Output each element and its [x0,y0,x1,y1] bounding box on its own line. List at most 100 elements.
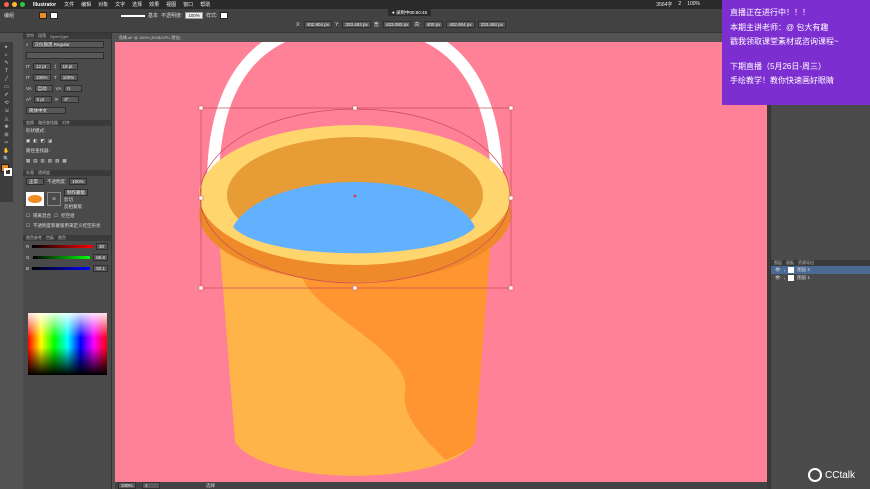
y-field[interactable]: 333.493 px [342,21,371,28]
scale-tool-icon[interactable]: ⇲ [1,107,12,114]
type-tool-icon[interactable]: T [1,67,12,74]
eye-icon[interactable]: 👁 [775,275,781,281]
selection-tool-icon[interactable]: ▸ [1,43,12,50]
tab-layers[interactable]: 图层 [774,260,782,266]
leading-field[interactable]: 18 pt [59,63,78,70]
kerning-field[interactable]: 自动 [34,85,53,92]
language-field[interactable]: 简体中文 [26,107,66,114]
trim-icon[interactable]: ▤ [33,158,37,164]
direct-selection-tool-icon[interactable]: ▹ [1,51,12,58]
outline-icon[interactable]: ▨ [55,158,59,164]
menu-select[interactable]: 选择 [132,1,142,8]
minimize-window-button[interactable] [12,2,17,7]
pen-tool-icon[interactable]: ✎ [1,59,12,66]
stroke-color-swatch[interactable] [50,12,59,19]
eye-icon[interactable]: 👁 [775,267,781,273]
width-field[interactable]: 623.083 px [383,21,412,28]
layer-row[interactable]: 👁 › 图层 1 [771,274,870,282]
tab-color-guide[interactable]: 颜色参考 [26,235,42,241]
divide-icon[interactable]: ▦ [26,158,30,164]
baseline-field[interactable]: 0 pt [33,96,52,103]
app-name[interactable]: Illustrator [33,2,56,8]
menu-help[interactable]: 帮助 [200,1,210,8]
tracking-field[interactable]: 0 [64,85,83,92]
bucket-artwork[interactable] [115,42,767,482]
tab-align[interactable]: 对齐 [62,120,70,126]
handle-bottom-middle[interactable] [352,285,358,291]
b-field[interactable]: 93.1 [93,265,108,272]
tab-paragraph[interactable]: 段落 [38,33,46,39]
blend-mode-select[interactable]: 正常 [26,178,44,185]
shape-builder-tool-icon[interactable]: ◬ [1,115,12,122]
tab-transparency[interactable]: 透明度 [38,170,50,176]
layer-name[interactable]: 图层 1 [797,275,810,281]
font-family-field[interactable]: 汉仪旗黑 Regular [31,41,104,48]
rotation-field[interactable]: 0° [61,96,80,103]
document-tab[interactable]: 鱼桶.ai* @ 100% (RGB/GPU 预览) [115,33,235,42]
line-tool-icon[interactable]: ╱ [1,75,12,82]
b-slider[interactable] [32,267,91,270]
stroke-style-label[interactable]: 基本 [148,12,158,19]
height-field[interactable]: 400 px [423,21,444,28]
minus-back-icon[interactable]: ▩ [62,158,66,164]
zoom-window-button[interactable] [20,2,25,7]
invert-mask-checkbox-label[interactable]: 反相蒙版 [64,204,88,210]
rectangle-tool-icon[interactable]: ▭ [1,83,12,90]
pencil-tool-icon[interactable]: ✐ [1,91,12,98]
crop-icon[interactable]: ▧ [48,158,52,164]
menu-file[interactable]: 文件 [64,1,74,8]
color-spectrum-picker[interactable] [28,313,107,375]
knockout-checkbox[interactable]: ☐ [54,213,58,219]
live-stream-banner[interactable]: 直播正在进行中！！！ 本期主讲老师：@ 包大有趣 戳我领取课堂素材或咨询课程~ … [722,0,870,105]
vertical-scale-field[interactable]: 100% [33,74,51,81]
tab-appearance[interactable]: 外观 [26,170,34,176]
expand-chevron-icon[interactable]: › [784,268,786,273]
tab-opentype[interactable]: OpenType [50,34,68,39]
graphic-style-swatch[interactable] [220,12,229,19]
artboard-tool-icon[interactable]: ⊞ [1,131,12,138]
handle-bottom-right[interactable] [508,285,514,291]
fill-stroke-widget[interactable] [0,164,13,178]
zoom-field[interactable]: 100% [118,482,136,489]
handle-middle-left[interactable] [198,195,204,201]
tab-color[interactable]: 颜色 [58,235,66,241]
menu-window[interactable]: 窗口 [183,1,193,8]
menu-effect[interactable]: 效果 [149,1,159,8]
free-transform-tool-icon[interactable]: ✥ [1,123,12,130]
menu-view[interactable]: 视图 [166,1,176,8]
isolate-checkbox[interactable]: ☐ [26,213,30,219]
r-field[interactable]: 30 [96,243,108,250]
opacity-field[interactable]: 100% [185,12,203,19]
layer-name[interactable]: 图层 2 [797,267,810,273]
g-field[interactable]: 86.8 [93,254,108,261]
tab-artboards[interactable]: 画板 [786,260,794,266]
zoom-tool-icon[interactable]: 🔍 [1,155,12,162]
menu-object[interactable]: 对象 [98,1,108,8]
handle-middle-right[interactable] [508,195,514,201]
merge-icon[interactable]: ▥ [41,158,45,164]
exclude-icon[interactable]: ◪ [48,138,52,144]
r-slider[interactable] [32,245,93,248]
clip-checkbox-label[interactable]: 剪切 [64,197,88,203]
menu-edit[interactable]: 编辑 [81,1,91,8]
tab-asset-export[interactable]: 资源导出 [798,260,814,266]
tab-transform[interactable]: 变换 [26,120,34,126]
stroke-line-icon[interactable] [121,14,146,17]
artboard-canvas[interactable] [115,42,767,482]
horizontal-scale-field[interactable]: 100% [59,74,78,81]
g-slider[interactable] [32,256,91,259]
handle-bottom-left[interactable] [198,285,204,291]
stroke-box[interactable] [4,168,12,176]
layer-row[interactable]: 👁 › 图层 2 [771,266,870,274]
expand-chevron-icon[interactable]: › [784,276,786,281]
y2-field[interactable]: 333.493 px [477,21,506,28]
font-style-field[interactable] [26,52,104,59]
artboard-number-field[interactable]: 1 [142,482,160,489]
object-thumbnail[interactable] [26,192,44,206]
rotate-tool-icon[interactable]: ⟲ [1,99,12,106]
close-window-button[interactable] [4,2,9,7]
font-size-field[interactable]: 12 pt [33,63,51,70]
fill-color-swatch[interactable] [39,12,48,19]
tab-pathfinder[interactable]: 路径查找器 [38,120,58,126]
unite-icon[interactable]: ▣ [26,138,30,144]
